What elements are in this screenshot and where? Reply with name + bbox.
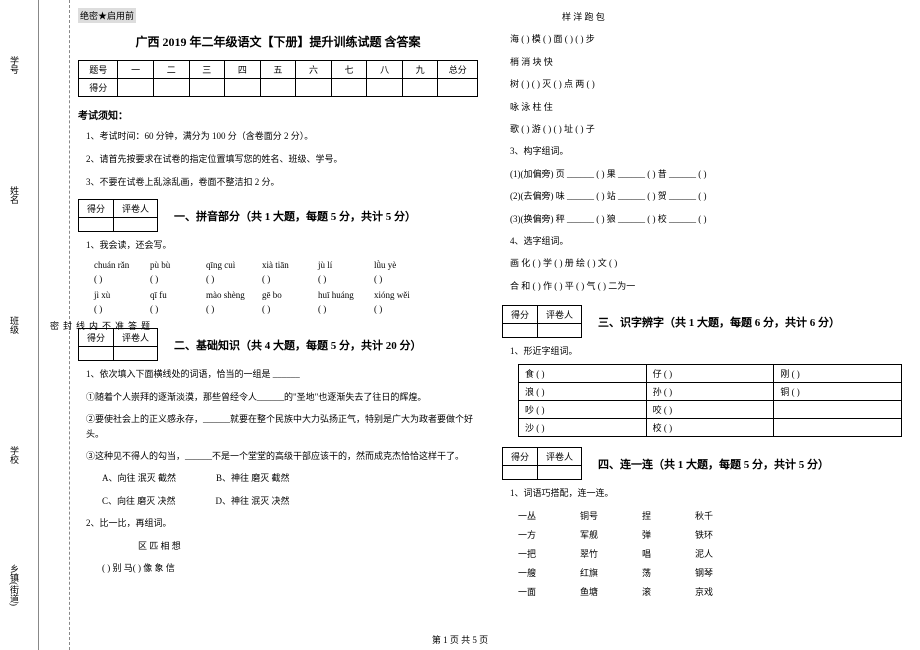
- gt-l0: 海 ( ) 模 ( ) 面 ( ) ( ) 步: [510, 32, 902, 46]
- match-r1: 一方军舰弹铁环: [518, 528, 902, 541]
- q3-l1: (1)(加偏旁) 页 ______ ( ) 果 ______ ( ) 昔 ___…: [510, 167, 902, 181]
- right-column: 样 洋 跑 包 海 ( ) 模 ( ) 面 ( ) ( ) 步 梢 消 块 快 …: [502, 8, 902, 598]
- opt-c: C、向往 磨灭 决然: [102, 494, 176, 508]
- gt-l2: 树 ( ) ( ) 灭 ( ) 点 两 ( ): [510, 77, 902, 91]
- q2-1-l3: ③这种见不得人的勾当，______不是一个堂堂的高级干部应该干的，然而成克杰恰恰…: [86, 449, 478, 463]
- char-table-lead: 1、形近字组词。: [510, 344, 902, 358]
- section-score-box-2: 得分评卷人: [78, 328, 158, 361]
- q4-lead: 4、选字组词。: [510, 234, 902, 248]
- match-r3: 一艘红旗荡钢琴: [518, 566, 902, 579]
- notice-heading: 考试须知：: [78, 107, 478, 122]
- q2-1-l2: ②要使社会上的正义感永存，______就要在整个民族中大力弘扬正气，特别是广大为…: [86, 412, 478, 441]
- q2-1-lead: 1、依次填入下面横线处的词语，恰当的一组是 ______: [86, 367, 478, 381]
- field-school: 学校: [8, 425, 21, 485]
- section-1-title: 一、拼音部分（共 1 大题，每题 5 分，共计 5 分）: [174, 208, 416, 224]
- secret-label: 绝密★启用前: [78, 8, 136, 23]
- q3-lead: 3、构字组词。: [510, 144, 902, 158]
- field-class: 班级: [8, 295, 21, 355]
- q4-l2: 合 和 ( ) 作 ( ) 平 ( ) 气 ( ) 二为一: [510, 279, 902, 293]
- gt-l1: 梢 消 块 快: [510, 55, 902, 69]
- gt-l4: 歌 ( ) 游 ( ) ( ) 址 ( ) 子: [510, 122, 902, 136]
- score-value-row: 得分: [79, 79, 478, 97]
- paren-row-2: ( )( )( )( )( )( ): [94, 304, 478, 314]
- score-table: 题号 一 二 三 四 五 六 七 八 九 总分 得分: [78, 60, 478, 97]
- sidebar-fields: 学号 姓名 班级 学校 乡镇(街道): [8, 0, 21, 650]
- section-4-title: 四、连一连（共 1 大题，每题 5 分，共计 5 分）: [598, 456, 829, 472]
- match-r2: 一把翠竹唱泥人: [518, 547, 902, 560]
- q2-2-row-a: 区 匹 相 想: [138, 539, 478, 553]
- exam-title: 广西 2019 年二年级语文【下册】提升训练试题 含答案: [78, 33, 478, 50]
- field-id: 学号: [8, 35, 21, 95]
- q2-1-l1: ①随着个人崇拜的逐渐淡漠，那些曾经令人______的"圣地"也逐渐失去了往日的辉…: [86, 390, 478, 404]
- q4-l1: 画 化 ( ) 学 ( ) 册 绘 ( ) 文 ( ): [510, 256, 902, 270]
- binding-sidebar: 学号 姓名 班级 学校 乡镇(街道) 题 答 准 不 内 线 封 密: [0, 0, 70, 650]
- section-score-box-4: 得分评卷人: [502, 447, 582, 480]
- match-r4: 一面鱼塘滚京戏: [518, 585, 902, 598]
- opt-d: D、神往 泯灭 决然: [216, 494, 290, 508]
- opt-a: A、向往 泯灭 截然: [102, 471, 176, 485]
- opt-b: B、神往 磨灭 截然: [216, 471, 290, 485]
- section-score-box: 得分评卷人: [78, 199, 158, 232]
- match-r0: 一丛铜号捏秋千: [518, 509, 902, 522]
- paren-row-1: ( )( )( )( )( )( ): [94, 274, 478, 284]
- notice-3: 3、不要在试卷上乱涂乱画，卷面不整洁扣 2 分。: [86, 175, 478, 188]
- section-score-box-3: 得分评卷人: [502, 305, 582, 338]
- score-header-row: 题号 一 二 三 四 五 六 七 八 九 总分: [79, 61, 478, 79]
- left-column: 绝密★启用前 广西 2019 年二年级语文【下册】提升训练试题 含答案 题号 一…: [78, 8, 478, 598]
- q3-l2: (2)(去偏旁) 味 ______ ( ) 站 ______ ( ) 贺 ___…: [510, 189, 902, 203]
- page-footer: 第 1 页 共 5 页: [0, 633, 920, 646]
- match-lead: 1、词语巧搭配，连一连。: [510, 486, 902, 500]
- pinyin-row-1: chuán rǎnpù bùqīng cuìxià tiānjù lílǜu y…: [94, 260, 478, 270]
- q2-2-lead: 2、比一比，再组词。: [86, 516, 478, 530]
- notice-1: 1、考试时间：60 分钟，满分为 100 分（含卷面分 2 分）。: [86, 129, 478, 142]
- group-top-header: 样 洋 跑 包: [562, 10, 902, 24]
- sidebar-vline: [38, 0, 39, 650]
- q1-prompt: 1、我会读，还会写。: [86, 238, 478, 252]
- field-name: 姓名: [8, 165, 21, 225]
- pinyin-row-2: jì xùqī fumào shènggē bohuī huángxióng w…: [94, 290, 478, 300]
- section-3-title: 三、识字辨字（共 1 大题，每题 6 分，共计 6 分）: [598, 314, 840, 330]
- section-2-title: 二、基础知识（共 4 大题，每题 5 分，共计 20 分）: [174, 337, 422, 353]
- char-table: 食 ( )仔 ( )刚 ( ) 浪 ( )孙 ( )铜 ( ) 吵 ( )咬 (…: [518, 364, 902, 437]
- field-town: 乡镇(街道): [8, 555, 21, 615]
- q3-l3: (3)(换偏旁) 秤 ______ ( ) 狼 ______ ( ) 校 ___…: [510, 212, 902, 226]
- gt-l3: 咏 泳 柱 住: [510, 100, 902, 114]
- content-area: 绝密★启用前 广西 2019 年二年级语文【下册】提升训练试题 含答案 题号 一…: [78, 8, 908, 598]
- q2-2-row-b: ( ) 别 马( ) 像 象 信: [102, 561, 478, 575]
- notice-2: 2、请首先按要求在试卷的指定位置填写您的姓名、班级、学号。: [86, 152, 478, 165]
